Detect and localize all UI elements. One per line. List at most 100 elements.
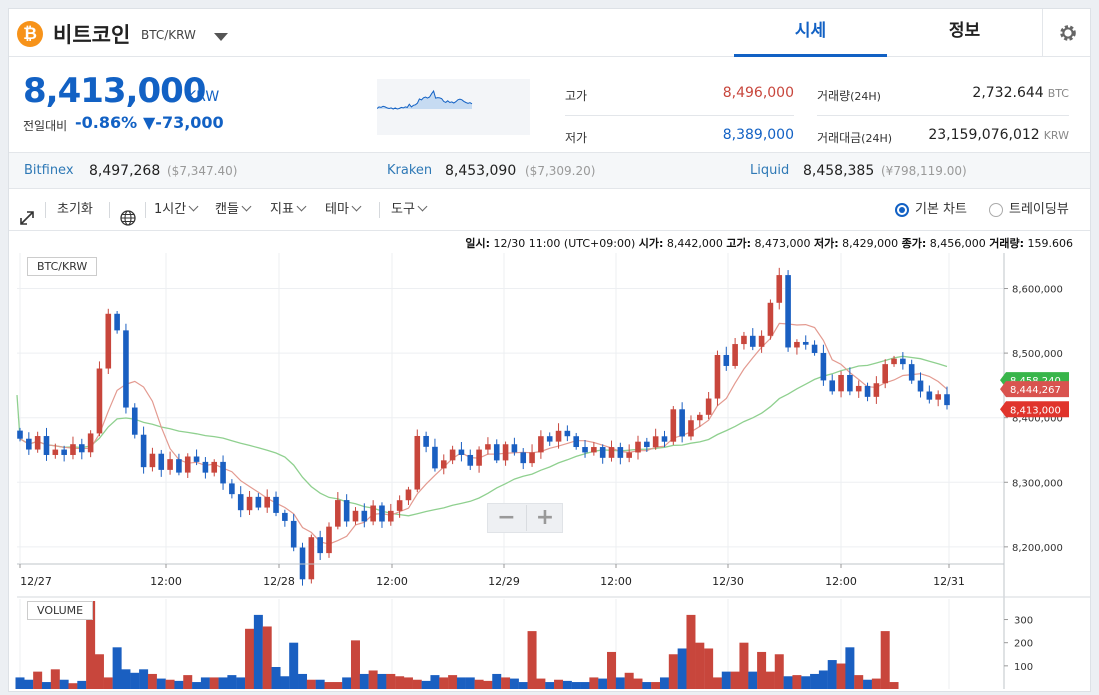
volume-bar <box>854 675 864 689</box>
volume-bar <box>765 671 775 689</box>
candle-body <box>635 441 641 453</box>
volume-bar <box>545 682 555 689</box>
gear-icon[interactable] <box>1042 9 1090 57</box>
interval-dropdown[interactable]: 1시간 <box>154 189 199 231</box>
candle-body <box>811 344 818 353</box>
tab-price[interactable]: 시세 <box>734 9 887 57</box>
volume-bar <box>704 648 714 689</box>
volume-tick-label: 200 <box>1014 639 1033 650</box>
tools-dropdown[interactable]: 도구 <box>391 189 428 231</box>
coin-pair[interactable]: BTC/KRW <box>141 28 196 42</box>
candle-body <box>485 444 491 450</box>
volume-bar <box>77 680 87 689</box>
coin-name[interactable]: 비트코인 <box>53 19 130 49</box>
volume-bar <box>377 673 387 689</box>
candle-body <box>184 456 191 473</box>
theme-dropdown[interactable]: 테마 <box>325 189 362 231</box>
volume-bar <box>659 677 669 689</box>
price-tag-label: 8,413,000 <box>1010 405 1061 416</box>
change-amount: ▼-73,000 <box>143 113 224 132</box>
candle-dropdown[interactable]: 캔들 <box>215 189 252 231</box>
candle-body <box>202 461 209 473</box>
mini-price-chart[interactable] <box>376 79 530 135</box>
reset-button[interactable]: 초기화 <box>57 189 93 231</box>
volume-bar <box>50 669 60 689</box>
candle-body <box>926 391 933 400</box>
volume-bar <box>880 631 890 689</box>
volume-bar <box>633 678 643 689</box>
candle-body <box>520 452 527 464</box>
candle-body <box>17 430 23 439</box>
trading-view-radio[interactable] <box>989 203 1003 217</box>
candle-body <box>582 447 588 453</box>
volume-bar <box>748 671 758 689</box>
candle-body <box>688 420 694 437</box>
candle-body <box>26 438 32 450</box>
trading-view-label[interactable]: 트레이딩뷰 <box>1009 189 1069 231</box>
candle-body <box>776 275 783 303</box>
divider <box>109 202 110 218</box>
candle-body <box>891 358 897 365</box>
high-label: 고가 <box>565 89 588 103</box>
candle-body <box>900 358 906 365</box>
basic-chart-radio[interactable] <box>895 203 909 217</box>
volume-bar <box>465 677 475 689</box>
volume-bar <box>651 682 661 689</box>
volume-bar <box>386 673 396 689</box>
candle-body <box>758 335 765 347</box>
candle-body <box>538 436 544 453</box>
low-label: 저가 <box>565 131 588 145</box>
chart-canvas[interactable]: 8,200,0008,300,0008,400,0008,500,0008,60… <box>9 231 1091 692</box>
chevron-down-icon[interactable] <box>214 33 228 41</box>
candle-body <box>220 461 226 484</box>
candle-body <box>299 547 306 580</box>
candle-body <box>829 380 836 392</box>
exchange-alt-price: (¥798,119.00) <box>881 164 967 178</box>
exchange-name: Bitfinex <box>24 163 74 178</box>
volume-bar <box>483 680 493 689</box>
volume-bar <box>554 679 564 689</box>
volume-bar <box>227 675 237 689</box>
volume-bar <box>218 677 228 689</box>
candle-body <box>123 330 129 408</box>
candle-body <box>167 459 173 470</box>
volume-bar <box>836 663 846 689</box>
price-chart[interactable]: 8,200,000 8,300,000 8,400,000 8,500,000 8,60… <box>9 231 1091 692</box>
volume-bar <box>324 682 334 689</box>
volume-bar <box>695 642 705 689</box>
tab-info[interactable]: 정보 <box>887 9 1042 57</box>
expand-icon[interactable] <box>19 202 35 225</box>
candle-body <box>343 500 350 522</box>
candle-body <box>158 453 165 470</box>
volume-bar <box>421 680 431 689</box>
ohlc-readout: 일시: 12/30 11:00 (UTC+09:00) 시가: 8,442,00… <box>465 237 1073 250</box>
candle-body <box>591 447 597 453</box>
candle-body <box>105 313 112 369</box>
exchange-price: 8,458,385 <box>803 163 875 179</box>
basic-chart-label[interactable]: 기본 차트 <box>915 189 967 231</box>
candle-body <box>944 394 950 406</box>
candle-body <box>802 341 809 345</box>
volume-bar <box>68 683 78 689</box>
volume-bar <box>686 614 696 689</box>
candle-body <box>255 496 262 508</box>
candle-body <box>626 452 632 458</box>
volume-bar <box>783 676 793 689</box>
volume-bar <box>818 670 828 689</box>
candle-body <box>335 500 341 527</box>
volume-bar <box>827 660 837 689</box>
volume-bar <box>253 614 263 689</box>
candle-body <box>149 453 156 468</box>
globe-icon[interactable] <box>120 202 136 226</box>
candle-body <box>767 302 774 336</box>
volume-bar <box>298 673 308 689</box>
candle-body <box>670 409 677 442</box>
zoom-in-button[interactable]: + <box>526 505 563 531</box>
chevron-down-icon <box>241 201 252 212</box>
zoom-out-button[interactable]: − <box>488 505 525 531</box>
header-bar: ₿ 비트코인 BTC/KRW 시세 정보 <box>9 9 1090 57</box>
indicator-dropdown[interactable]: 지표 <box>270 189 307 231</box>
app-window: ₿ 비트코인 BTC/KRW 시세 정보 8,413,000 KRW 전일대비 … <box>8 8 1091 692</box>
candle-body <box>502 444 509 461</box>
volume-bar <box>801 676 811 689</box>
